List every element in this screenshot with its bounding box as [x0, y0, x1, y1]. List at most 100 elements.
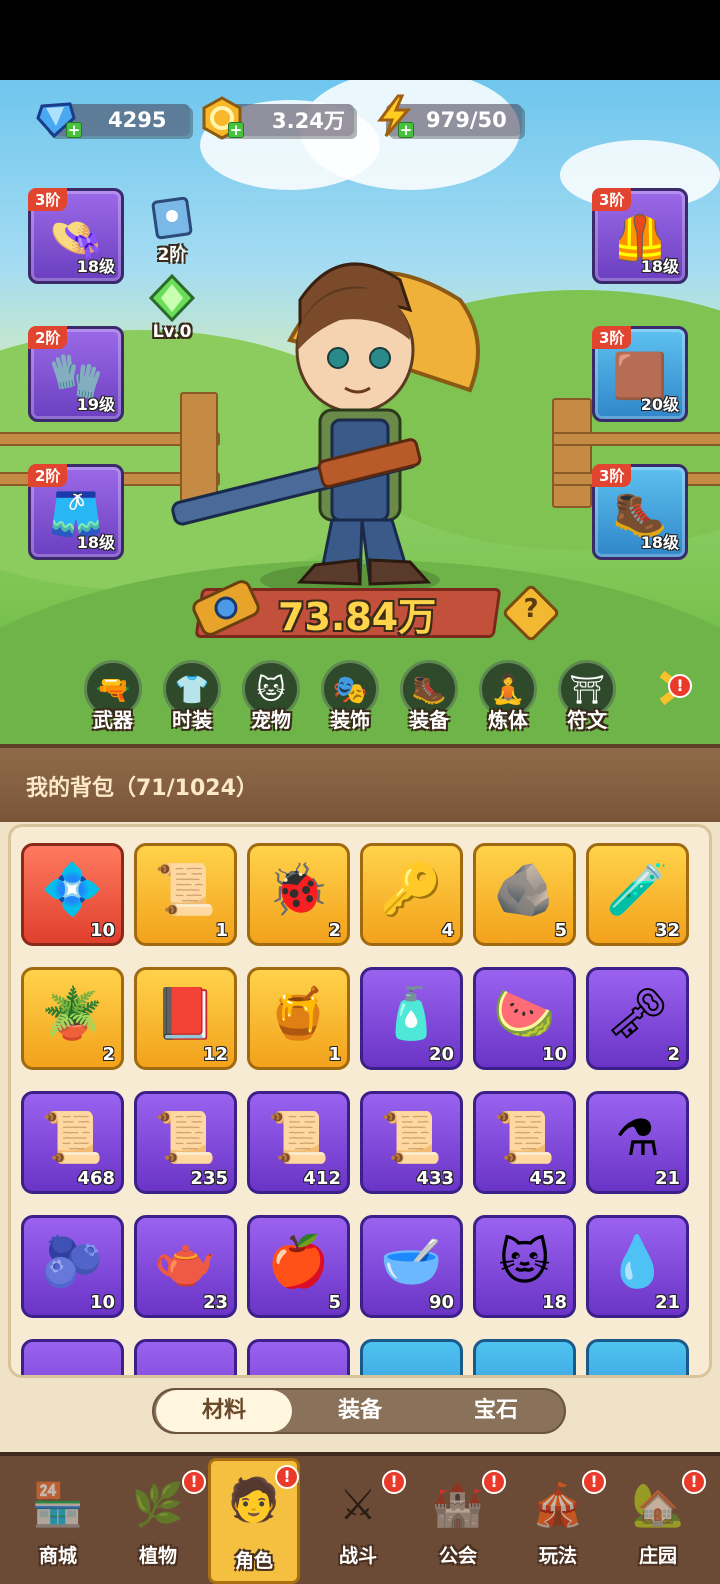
add-gems-button[interactable]: +: [66, 122, 82, 138]
nav-manor[interactable]: 🏡 庄园!: [612, 1466, 706, 1576]
bag-item[interactable]: 🍉 10: [473, 967, 576, 1070]
item-count: 2: [102, 1044, 115, 1065]
nav-battle[interactable]: ⚔ 战斗!: [312, 1466, 406, 1576]
bag-item[interactable]: 📜 433: [360, 1091, 463, 1194]
item-count: 10: [89, 920, 115, 941]
bag-item[interactable]: 💧 21: [586, 1215, 689, 1318]
item-count: 10: [89, 1292, 115, 1313]
tab-costume[interactable]: 👕 时装: [157, 660, 227, 733]
pet-food-bowl-icon: 🥣: [380, 1232, 443, 1291]
bag-item[interactable]: ⚗ 21: [586, 1091, 689, 1194]
tab-equipment-bag[interactable]: 装备: [292, 1390, 428, 1432]
nav-shop[interactable]: 🏪 商城: [12, 1466, 104, 1576]
bag-item[interactable]: 🍯 1: [247, 967, 350, 1070]
bag-item[interactable]: [586, 1339, 689, 1375]
rune-stone-icon: 🪨: [493, 860, 556, 919]
bag-item[interactable]: [134, 1339, 237, 1375]
bag-item[interactable]: 📜 1: [134, 843, 237, 946]
tab-body-training[interactable]: 🧘 炼体: [473, 660, 543, 733]
tier-badge: 2阶: [28, 326, 68, 349]
bag-item[interactable]: [473, 1339, 576, 1375]
bag-item[interactable]: 📜 235: [134, 1091, 237, 1194]
tab-decoration[interactable]: 🎭 装饰: [315, 660, 385, 733]
status-bar: [0, 0, 720, 80]
add-energy-button[interactable]: +: [398, 122, 414, 138]
fruit-bowl-icon: 🍎: [267, 1232, 330, 1291]
watering-can-icon: 🫖: [154, 1232, 217, 1291]
bag-item[interactable]: 🫖 23: [134, 1215, 237, 1318]
tab-label: 宠物: [251, 708, 291, 732]
item-count: 433: [416, 1168, 454, 1189]
bag-item[interactable]: 🧪 32: [586, 843, 689, 946]
tab-rune[interactable]: ⛩ 符文: [552, 660, 622, 733]
nav-guild[interactable]: 🏰 公会!: [412, 1466, 506, 1576]
nav-character[interactable]: 🧑 角色!: [208, 1458, 300, 1584]
bag-item[interactable]: 🐱 18: [473, 1215, 576, 1318]
tier-badge: 3阶: [592, 464, 632, 487]
scroll-fire-icon: 📜: [380, 1108, 443, 1167]
item-count: 412: [303, 1168, 341, 1189]
scroll-blue-icon: 📜: [267, 1108, 330, 1167]
equip-slot-gloves[interactable]: 2阶 🧤 19级: [28, 326, 124, 422]
item-count: 1: [215, 920, 228, 941]
item-count: 5: [328, 1292, 341, 1313]
tab-materials[interactable]: 材料: [156, 1390, 292, 1432]
bag-item[interactable]: 🍎 5: [247, 1215, 350, 1318]
bag-item[interactable]: 🐞 2: [247, 843, 350, 946]
alert-badge: !: [582, 1470, 606, 1494]
scroll-purple-icon: 📜: [154, 1108, 217, 1167]
equip-slot-hat[interactable]: 3阶 👒 18级: [28, 188, 124, 284]
pet-tier-label: 2阶: [157, 245, 187, 265]
farmer-character[interactable]: [170, 220, 510, 600]
bag-item[interactable]: 📜 452: [473, 1091, 576, 1194]
purple-flask-icon: ⚗: [615, 1108, 660, 1167]
equip-slot-boots[interactable]: 3阶 🥾 18级: [592, 464, 688, 560]
bag-item[interactable]: 🥣 90: [360, 1215, 463, 1318]
bag-item[interactable]: 📜 412: [247, 1091, 350, 1194]
equip-slot-pants[interactable]: 2阶 🩳 18级: [28, 464, 124, 560]
pet-tier-button[interactable]: 2阶: [140, 196, 204, 265]
tab-equipment[interactable]: 🥾 装备: [394, 660, 464, 733]
bag-item[interactable]: 🪴 2: [21, 967, 124, 1070]
shop-icon: 🏪: [31, 1480, 85, 1529]
bag-item[interactable]: 🗝 2: [586, 967, 689, 1070]
gold-value: 3.24万: [272, 109, 345, 133]
item-count: 20: [428, 1044, 454, 1065]
equip-slot-top[interactable]: 3阶 🦺 18级: [592, 188, 688, 284]
bag-item[interactable]: 📕 12: [134, 967, 237, 1070]
alert-badge: !: [182, 1470, 206, 1494]
tier-badge: 3阶: [28, 188, 68, 211]
tab-gems[interactable]: 宝石: [428, 1390, 564, 1432]
nav-gameplay[interactable]: 🎪 玩法!: [512, 1466, 606, 1576]
bag-item[interactable]: [21, 1339, 124, 1375]
scroll-green-icon: 📜: [41, 1108, 104, 1167]
item-count: 21: [654, 1168, 680, 1189]
gem-level-button[interactable]: Lv.0: [140, 273, 204, 342]
bag-item[interactable]: 🧴 20: [360, 967, 463, 1070]
item-count: 32: [654, 920, 680, 941]
item-count: 468: [77, 1168, 115, 1189]
bag-item[interactable]: 📜 468: [21, 1091, 124, 1194]
bag-item[interactable]: 🔑 4: [360, 843, 463, 946]
tab-label: 装饰: [330, 708, 370, 732]
watermelon-icon: 🍉: [493, 984, 556, 1043]
skull-scroll-icon: 📜: [154, 860, 217, 919]
bag-item[interactable]: [360, 1339, 463, 1375]
add-gold-button[interactable]: +: [228, 122, 244, 138]
power-key-icon: [192, 580, 260, 636]
green-gem-icon: [148, 273, 196, 323]
alert-badge: !: [275, 1465, 299, 1489]
tab-weapon[interactable]: 🔫 武器: [78, 660, 148, 733]
bag-item[interactable]: 💠 10: [21, 843, 124, 946]
tab-label: 武器: [93, 708, 133, 732]
bag-item[interactable]: 🪨 5: [473, 843, 576, 946]
honey-jar-icon: 🍯: [267, 984, 330, 1043]
item-count: 90: [428, 1292, 454, 1313]
tab-label: 时装: [172, 708, 212, 732]
slot-level: 18级: [76, 257, 115, 276]
equip-slot-belt[interactable]: 3阶 🟫 20级: [592, 326, 688, 422]
bag-item[interactable]: 🫐 10: [21, 1215, 124, 1318]
bag-item[interactable]: [247, 1339, 350, 1375]
tab-pet[interactable]: 🐱 宠物: [236, 660, 306, 733]
nav-plant[interactable]: 🌿 植物!: [112, 1466, 206, 1576]
